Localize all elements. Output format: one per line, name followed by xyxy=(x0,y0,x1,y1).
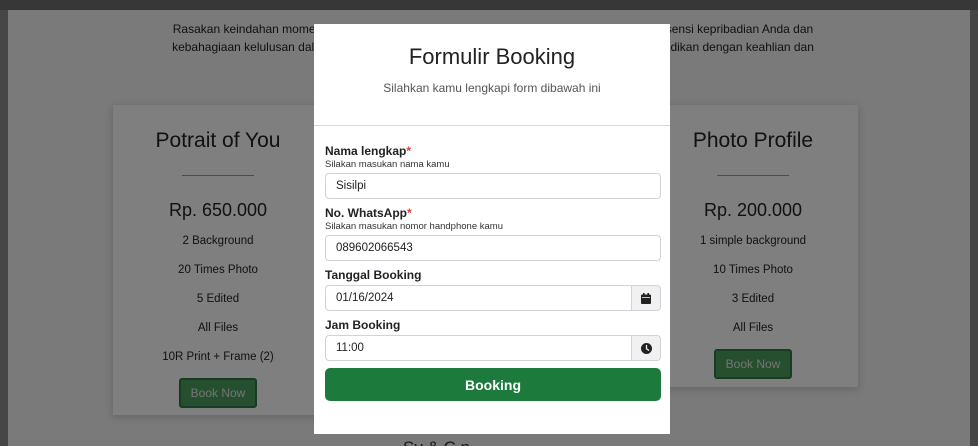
required-mark: * xyxy=(406,144,412,158)
modal-header: Formulir Booking Silahkan kamu lengkapi … xyxy=(314,24,670,126)
booking-form: Nama lengkap* Silakan masukan nama kamu … xyxy=(314,126,670,401)
name-hint: Silakan masukan nama kamu xyxy=(325,159,450,170)
date-input-group: 01/16/2024 xyxy=(325,285,661,311)
required-mark: * xyxy=(407,206,412,220)
whatsapp-label: No. WhatsApp* xyxy=(325,206,412,220)
date-picker-button[interactable] xyxy=(632,285,661,311)
time-input-group: 11:00 xyxy=(325,335,661,361)
modal-subtitle: Silahkan kamu lengkapi form dibawah ini xyxy=(383,81,601,95)
date-input[interactable]: 01/16/2024 xyxy=(325,285,632,311)
time-picker-button[interactable] xyxy=(632,335,661,361)
date-label: Tanggal Booking xyxy=(325,268,422,282)
whatsapp-input[interactable]: 089602066543 xyxy=(325,235,661,261)
booking-modal: Formulir Booking Silahkan kamu lengkapi … xyxy=(314,24,670,434)
calendar-icon xyxy=(641,292,651,304)
whatsapp-hint: Silakan masukan nomor handphone kamu xyxy=(325,221,503,232)
time-label: Jam Booking xyxy=(325,318,401,332)
time-input[interactable]: 11:00 xyxy=(325,335,632,361)
name-label: Nama lengkap* xyxy=(325,144,412,158)
modal-title: Formulir Booking xyxy=(408,44,576,69)
clock-icon xyxy=(640,342,652,354)
booking-submit-button[interactable]: Booking xyxy=(325,368,661,401)
name-input[interactable]: Sisilpi xyxy=(325,173,661,199)
